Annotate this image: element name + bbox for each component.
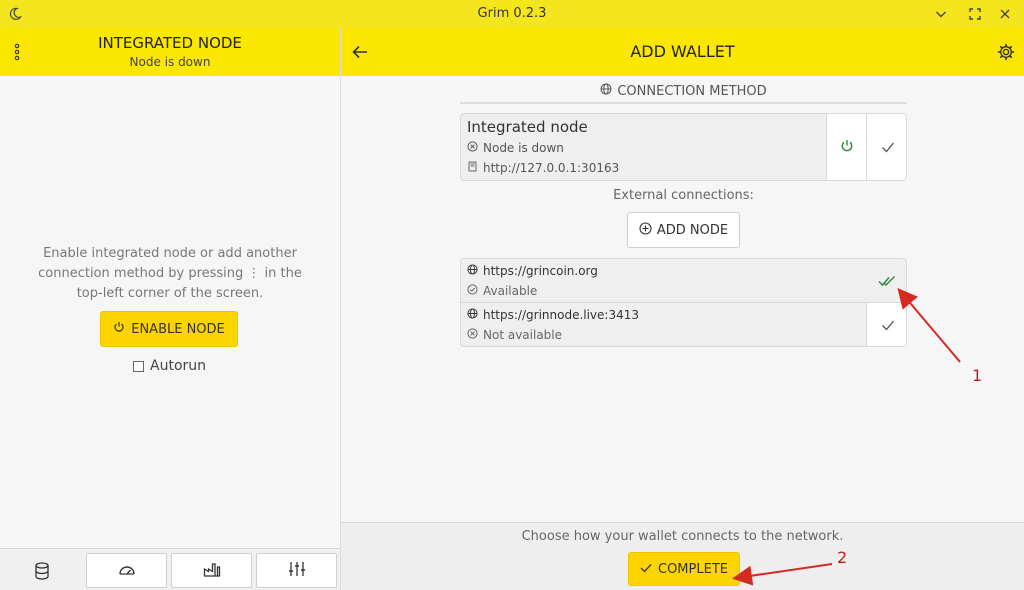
tab-mining[interactable] — [171, 553, 252, 588]
check-circle-icon — [467, 284, 478, 298]
left-header-subtitle: Node is down — [129, 55, 211, 69]
connection-url-text: https://grinnode.live:3413 — [483, 308, 639, 322]
connection-method-heading: CONNECTION METHOD — [460, 80, 907, 104]
external-connections-label: External connections: — [613, 188, 754, 203]
status-cross-icon — [467, 141, 478, 155]
integrated-node-address: http://127.0.0.1:30163 — [467, 161, 619, 175]
power-icon — [840, 138, 854, 157]
connection-method-title: CONNECTION METHOD — [617, 83, 767, 99]
integrated-node-address-text: http://127.0.0.1:30163 — [483, 161, 620, 175]
selected-double-check-icon — [876, 271, 898, 291]
autorun-toggle[interactable]: Autorun — [133, 358, 206, 374]
complete-label: COMPLETE — [658, 561, 728, 577]
connection-status-text: Not available — [483, 328, 563, 342]
connection-status-text: Available — [483, 284, 538, 298]
annotation-marker-1: 1 — [972, 366, 983, 385]
autorun-label: Autorun — [150, 358, 207, 374]
integrated-node-panel: Enable integrated node or add another co… — [0, 76, 340, 548]
footer-hint: Choose how your wallet connects to the n… — [521, 529, 844, 544]
check-icon — [881, 138, 895, 157]
sliders-icon — [288, 561, 306, 581]
bottom-tab-bar — [0, 548, 340, 590]
select-connection-button[interactable] — [866, 303, 906, 346]
list-item[interactable]: https://grincoin.org Available — [461, 259, 906, 303]
external-connections-list: https://grincoin.org Available https://g… — [460, 258, 907, 347]
add-wallet-header: ADD WALLET — [341, 28, 1024, 76]
check-icon — [881, 316, 895, 335]
add-node-label: ADD NODE — [656, 222, 729, 238]
wallet-footer: Choose how your wallet connects to the n… — [341, 522, 1024, 590]
complete-button[interactable]: COMPLETE — [628, 552, 740, 586]
left-header-title: INTEGRATED NODE — [98, 34, 242, 52]
globe-icon — [467, 308, 478, 322]
connection-url-text: https://grincoin.org — [483, 264, 598, 278]
list-item[interactable]: https://grinnode.live:3413 Not available — [461, 303, 906, 346]
enable-node-label: ENABLE NODE — [131, 321, 225, 337]
autorun-checkbox[interactable] — [133, 360, 144, 372]
factory-icon — [203, 561, 221, 581]
integrated-node-card[interactable]: Integrated node Node is down http://127.… — [460, 113, 907, 181]
enable-node-button[interactable]: ENABLE NODE — [100, 311, 238, 347]
connection-url: https://grinnode.live:3413 — [467, 308, 639, 322]
annotation-arrow-1 — [897, 287, 961, 363]
tab-settings[interactable] — [256, 553, 337, 588]
integrated-node-status: Node is down — [467, 141, 564, 155]
globe-icon — [600, 83, 612, 99]
tab-metrics[interactable] — [86, 553, 167, 588]
gauge-icon — [118, 561, 136, 580]
close-icon[interactable] — [996, 5, 1014, 23]
connection-status: Available — [467, 284, 537, 298]
window-titlebar: Grim 0.2.3 — [0, 0, 1024, 28]
check-icon — [640, 562, 652, 577]
power-icon — [113, 321, 125, 337]
add-node-button[interactable]: ADD NODE — [627, 212, 740, 248]
panel-divider — [340, 28, 341, 590]
globe-icon — [467, 264, 478, 278]
status-cross-icon — [467, 328, 478, 342]
plus-circle-icon — [639, 221, 652, 239]
connection-url: https://grincoin.org — [467, 264, 598, 278]
integrated-node-status-text: Node is down — [483, 141, 564, 155]
gear-icon[interactable] — [995, 41, 1017, 63]
integrated-node-power-button[interactable] — [826, 114, 866, 180]
integrated-node-select-button[interactable] — [866, 114, 906, 180]
window-title: Grim 0.2.3 — [477, 6, 547, 21]
connection-status: Not available — [467, 328, 562, 342]
page-title: ADD WALLET — [630, 42, 735, 61]
fullscreen-icon[interactable] — [966, 5, 984, 23]
annotation-marker-2: 2 — [837, 548, 848, 567]
integrated-node-header: INTEGRATED NODE Node is down — [0, 28, 340, 76]
computer-icon — [467, 161, 478, 175]
chevron-down-icon[interactable] — [932, 5, 950, 23]
integrated-node-name: Integrated node — [467, 118, 588, 136]
database-icon[interactable] — [20, 553, 64, 588]
integrated-node-hint: Enable integrated node or add another co… — [38, 246, 302, 301]
